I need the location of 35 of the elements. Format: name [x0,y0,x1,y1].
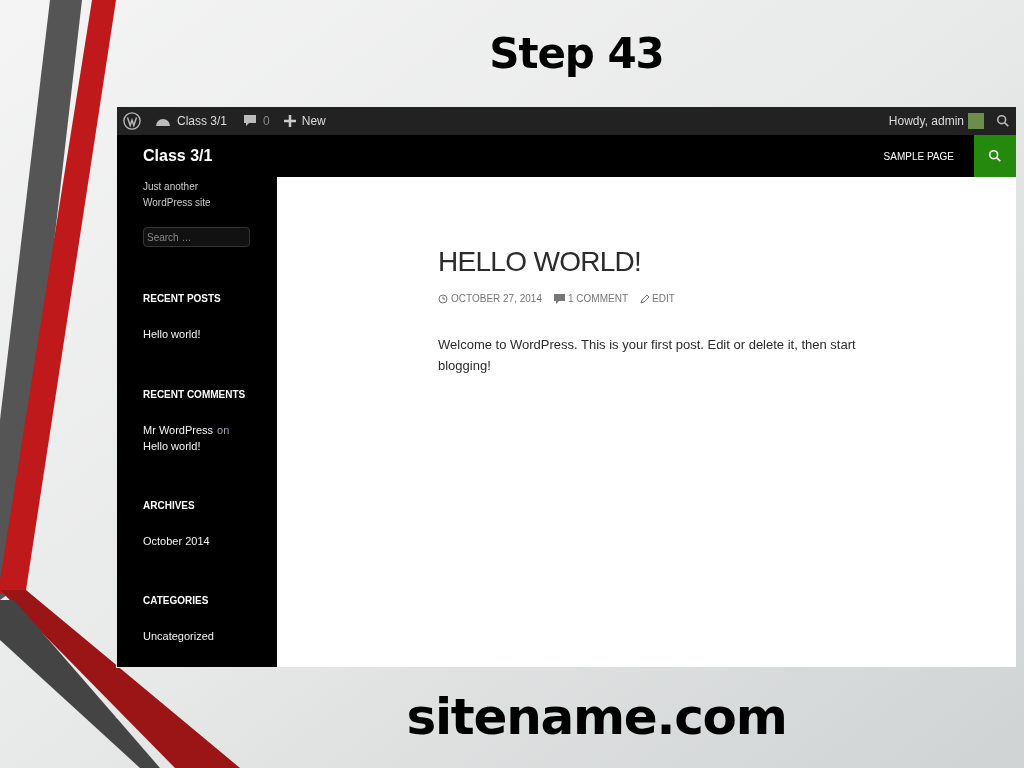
post-date-link[interactable]: OCTOBER 27, 2014 [451,291,542,306]
widget-title: RECENT COMMENTS [143,387,247,402]
comment-author-link[interactable]: Mr WordPress [143,421,214,438]
clock-icon [438,293,448,304]
search-toggle-button[interactable] [974,135,1016,177]
post-title: HELLO WORLD! [438,245,643,279]
pencil-icon [640,293,650,304]
post-body: Welcome to WordPress. This is your first post. Edit or delete it, then start blogging! [438,336,857,375]
sidebar-link[interactable]: October 2014 [143,532,210,549]
slide-title: Step 43 [489,28,664,80]
wordpress-logo-icon[interactable] [123,112,141,130]
comments-link[interactable]: 1 COMMENT [568,291,628,306]
widget-title: ARCHIVES [143,498,196,513]
comment-post-link[interactable]: Hello world! [143,437,201,454]
new-link[interactable]: New [301,112,326,130]
slide-footer: sitename.com [406,680,787,755]
comment-count[interactable]: 0 [263,112,270,130]
edit-link[interactable]: EDIT [652,291,675,306]
search-icon[interactable] [988,149,1002,163]
comment-connector: on [217,422,230,438]
widget-title: RECENT POSTS [143,292,222,306]
search-icon[interactable] [996,114,1010,128]
widget-title: CATEGORIES [143,594,210,608]
search-field[interactable]: Search … [143,227,250,247]
comment-icon [554,293,565,304]
admin-site-link[interactable]: Class 3/1 [177,112,228,130]
site-title[interactable]: Class 3/1 [143,144,213,168]
howdy-link[interactable]: Howdy, admin [888,112,964,130]
avatar-image [968,113,984,129]
comment-icon [243,114,258,128]
nav-link[interactable]: SAMPLE PAGE [883,148,954,164]
site-tagline: Just another WordPress site [143,180,212,210]
plus-icon [283,115,296,127]
sidebar-link[interactable]: Uncategorized [143,628,214,645]
sidebar-link[interactable]: Hello world! [143,326,201,343]
